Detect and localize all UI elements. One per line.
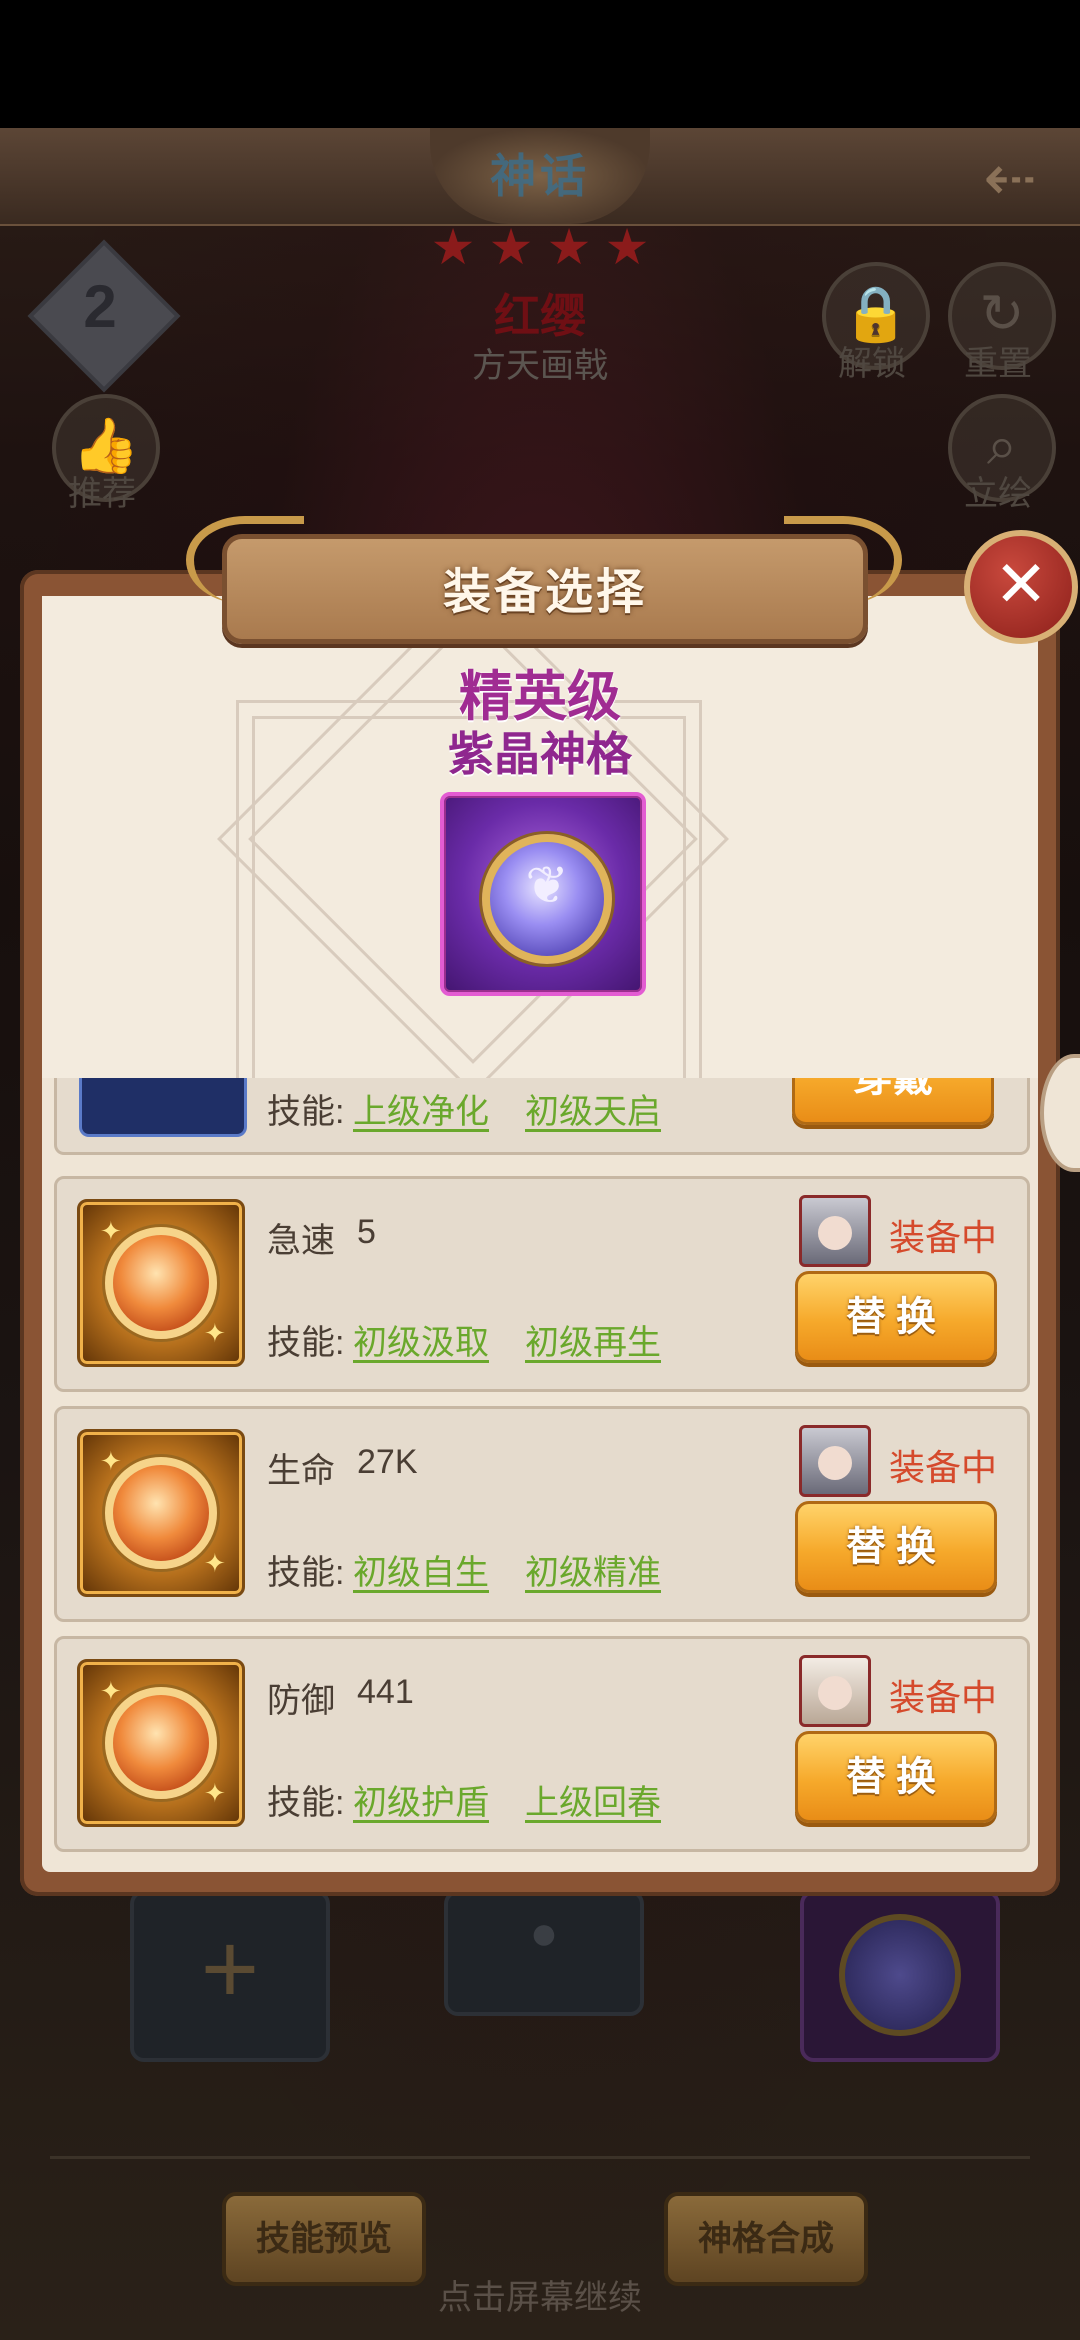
gem-thumbnail: ✦ ✦ <box>77 1199 245 1367</box>
star-icon: ★ <box>546 219 592 275</box>
skills-label: 技能: <box>267 1093 345 1131</box>
close-icon: ✕ <box>994 548 1048 620</box>
equip-button-label: 穿戴 <box>853 1078 933 1100</box>
avatar-face <box>818 1676 852 1710</box>
sparkle-icon: ✦ <box>204 1548 226 1578</box>
recommend-label: 推荐 <box>68 475 136 513</box>
stat-value: 441 <box>357 1673 414 1711</box>
locked-slot[interactable]: ● <box>444 1890 644 2016</box>
stat-value: 27K <box>357 1443 418 1481</box>
empty-slot[interactable]: + <box>130 1890 330 2062</box>
replace-button[interactable]: 替换 <box>795 1731 997 1823</box>
close-button[interactable]: ✕ <box>964 530 1078 644</box>
avatar-face <box>818 1216 852 1250</box>
crystal-name: 紫晶神格 <box>448 728 632 780</box>
orange-crystal-icon <box>105 1457 217 1569</box>
crystal-slot[interactable] <box>800 1890 1000 2062</box>
sparkle-icon: ✦ <box>204 1318 226 1348</box>
unlock-label: 解锁 <box>838 345 906 383</box>
skills-label: 技能: <box>267 1554 345 1592</box>
plus-icon: + <box>200 1913 260 2025</box>
gem-thumbnail <box>79 1078 247 1137</box>
skill-link[interactable]: 上级净化 <box>353 1084 489 1133</box>
equipped-status: 装备中 <box>889 1447 998 1488</box>
list-item[interactable]: ✦ ✦ 防御 441 技能: 初级护盾 上级回春 装备中 替换 <box>54 1636 1030 1852</box>
continue-hint[interactable]: 点击屏幕继续 <box>0 2270 1080 2319</box>
level-number: 2 <box>83 273 117 340</box>
replace-button[interactable]: 替换 <box>795 1271 997 1363</box>
list-item[interactable]: ✦ ✦ 急速 5 技能: 初级汲取 初级再生 装备中 替换 <box>54 1176 1030 1392</box>
portrait-label: 立绘 <box>964 475 1032 513</box>
list-item[interactable]: ✦ ✦ 生命 27K 技能: 初级自生 初级精准 装备中 替换 <box>54 1406 1030 1622</box>
gem-thumbnail: ✦ ✦ <box>77 1429 245 1597</box>
skills-label: 技能: <box>267 1784 345 1822</box>
sparkle-icon: ✦ <box>100 1676 122 1706</box>
equip-button[interactable]: 穿戴 <box>792 1078 994 1125</box>
sparkle-icon: ✦ <box>100 1216 122 1246</box>
sparkle-icon: ✦ <box>204 1778 226 1808</box>
skill-link[interactable]: 初级精准 <box>525 1545 661 1594</box>
orange-crystal-icon <box>105 1687 217 1799</box>
sparkle-icon: ✦ <box>100 1446 122 1476</box>
reset-label: 重置 <box>964 345 1032 383</box>
skill-link[interactable]: 初级汲取 <box>353 1315 489 1364</box>
avatar-face <box>818 1446 852 1480</box>
status-bar <box>0 0 1080 128</box>
star-icon: ★ <box>604 219 650 275</box>
stat-name: 防御 <box>267 1682 335 1720</box>
stat-name: 急速 <box>267 1222 335 1260</box>
skill-link[interactable]: 初级再生 <box>525 1315 661 1364</box>
star-icon: ★ <box>488 219 534 275</box>
star-icon: ★ <box>430 219 476 275</box>
back-arrow-icon[interactable]: ⇠ <box>970 138 1050 218</box>
skills-label: 技能: <box>267 1324 345 1362</box>
skill-link[interactable]: 上级回春 <box>525 1775 661 1824</box>
hero-avatar[interactable] <box>799 1195 871 1267</box>
tier-label: 神话 <box>490 150 590 202</box>
gem-thumbnail: ✦ ✦ <box>77 1659 245 1827</box>
stat-name: 生命 <box>267 1452 335 1490</box>
orange-crystal-icon <box>105 1227 217 1339</box>
hero-avatar[interactable] <box>799 1425 871 1497</box>
modal-title: 装备选择 <box>442 566 647 619</box>
equipped-status: 装备中 <box>889 1217 998 1258</box>
skill-link[interactable]: 初级护盾 <box>353 1775 489 1824</box>
replace-button[interactable]: 替换 <box>795 1501 997 1593</box>
stat-value: 5 <box>357 1213 376 1251</box>
divider <box>50 2156 1030 2159</box>
skill-link[interactable]: 初级自生 <box>353 1545 489 1594</box>
keyhole-icon: ● <box>529 1907 559 1960</box>
skill-link[interactable]: 初级天启 <box>525 1084 661 1133</box>
crystal-icon <box>839 1914 961 2036</box>
equipped-status: 装备中 <box>889 1677 998 1718</box>
hero-avatar[interactable] <box>799 1655 871 1727</box>
wing-emblem-icon: ❦ <box>525 857 569 915</box>
